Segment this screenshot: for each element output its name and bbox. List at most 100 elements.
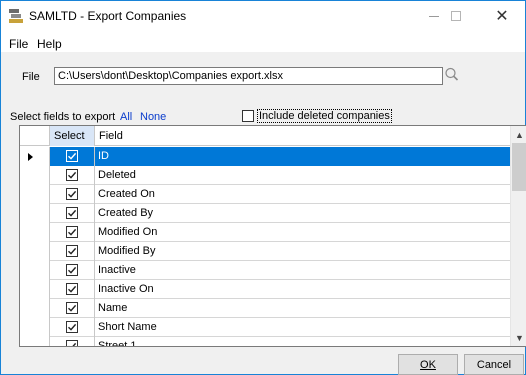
checkmark-icon <box>68 209 77 217</box>
checkmark-icon <box>68 304 77 312</box>
file-label: File <box>22 71 40 83</box>
row-header[interactable] <box>20 185 50 204</box>
checkmark-icon <box>68 285 77 293</box>
field-name-cell[interactable]: Created By <box>95 204 510 223</box>
checkmark-icon <box>68 190 77 198</box>
table-row[interactable]: Created By <box>20 204 510 223</box>
field-select-checkbox[interactable] <box>66 302 78 314</box>
select-cell <box>50 204 95 223</box>
row-header[interactable] <box>20 280 50 299</box>
table-row[interactable]: Inactive <box>20 261 510 280</box>
row-header[interactable] <box>20 242 50 261</box>
vertical-scrollbar[interactable]: ▲ ▼ <box>510 126 526 346</box>
chevron-up-icon: ▲ <box>515 129 524 140</box>
file-path-input[interactable]: C:\Users\dont\Desktop\Companies export.x… <box>54 67 443 85</box>
row-header[interactable] <box>20 147 50 166</box>
checkmark-icon <box>68 171 77 179</box>
field-name-cell[interactable]: Name <box>95 299 510 318</box>
field-name-cell[interactable]: Deleted <box>95 166 510 185</box>
current-row-icon <box>28 153 33 161</box>
maximize-button[interactable] <box>433 1 479 31</box>
field-name-cell[interactable]: ID <box>95 147 510 166</box>
grid-header: Select Field <box>20 126 510 146</box>
checkmark-icon <box>68 247 77 255</box>
maximize-icon <box>451 11 461 21</box>
select-cell <box>50 299 95 318</box>
window-title: SAMLTD - Export Companies <box>29 9 187 23</box>
checkmark-icon <box>68 266 77 274</box>
select-cell <box>50 166 95 185</box>
row-header[interactable] <box>20 223 50 242</box>
select-cell <box>50 185 95 204</box>
export-companies-window: SAMLTD - Export Companies ✕ File Help Fi… <box>0 0 526 375</box>
table-row[interactable]: Short Name <box>20 318 510 337</box>
include-deleted-checkbox[interactable] <box>242 110 254 122</box>
checkmark-icon <box>68 152 77 160</box>
scroll-up-button[interactable]: ▲ <box>511 126 526 143</box>
chevron-down-icon: ▼ <box>515 332 524 343</box>
checkmark-icon <box>68 342 77 346</box>
field-name-cell[interactable]: Inactive <box>95 261 510 280</box>
table-row[interactable]: Street 1 <box>20 337 510 346</box>
select-all-link[interactable]: All <box>120 111 132 123</box>
field-name-cell[interactable]: Inactive On <box>95 280 510 299</box>
select-none-link[interactable]: None <box>140 111 166 123</box>
select-cell <box>50 223 95 242</box>
close-icon: ✕ <box>495 8 509 25</box>
row-header[interactable] <box>20 261 50 280</box>
include-deleted-label[interactable]: Include deleted companies <box>257 109 392 123</box>
row-header[interactable] <box>20 204 50 223</box>
table-row[interactable]: Deleted <box>20 166 510 185</box>
row-header[interactable] <box>20 337 50 346</box>
field-select-checkbox[interactable] <box>66 283 78 295</box>
table-row[interactable]: Modified On <box>20 223 510 242</box>
scroll-down-button[interactable]: ▼ <box>511 329 526 346</box>
table-row[interactable]: Modified By <box>20 242 510 261</box>
field-select-checkbox[interactable] <box>66 226 78 238</box>
field-select-checkbox[interactable] <box>66 169 78 181</box>
fields-grid: Select Field ID Deleted Created On Created … <box>19 125 526 347</box>
column-header-field[interactable]: Field <box>95 126 510 146</box>
table-row[interactable]: Name <box>20 299 510 318</box>
select-fields-label: Select fields to export <box>10 111 116 123</box>
field-select-checkbox[interactable] <box>66 264 78 276</box>
field-name-cell[interactable]: Short Name <box>95 318 510 337</box>
select-cell <box>50 318 95 337</box>
table-row[interactable]: Inactive On <box>20 280 510 299</box>
checkmark-icon <box>68 323 77 331</box>
field-select-checkbox[interactable] <box>66 150 78 162</box>
browse-button[interactable] <box>444 65 460 85</box>
menu-file[interactable]: File <box>9 37 28 51</box>
checkmark-icon <box>68 228 77 236</box>
field-name-cell[interactable]: Modified By <box>95 242 510 261</box>
select-cell <box>50 337 95 346</box>
row-header[interactable] <box>20 166 50 185</box>
field-select-checkbox[interactable] <box>66 207 78 219</box>
field-name-cell[interactable]: Modified On <box>95 223 510 242</box>
field-select-checkbox[interactable] <box>66 321 78 333</box>
title-bar[interactable]: SAMLTD - Export Companies ✕ <box>1 1 525 31</box>
field-select-checkbox[interactable] <box>66 340 78 346</box>
row-header[interactable] <box>20 318 50 337</box>
cancel-button[interactable]: Cancel <box>464 354 524 375</box>
scroll-thumb[interactable] <box>512 143 526 191</box>
column-header-select[interactable]: Select <box>50 126 95 146</box>
select-cell <box>50 242 95 261</box>
select-cell <box>50 280 95 299</box>
table-row[interactable]: Created On <box>20 185 510 204</box>
field-select-checkbox[interactable] <box>66 188 78 200</box>
menu-bar: File Help <box>1 31 525 53</box>
row-header[interactable] <box>20 299 50 318</box>
field-select-checkbox[interactable] <box>66 245 78 257</box>
search-icon <box>445 67 459 81</box>
ok-button[interactable]: OK <box>398 354 458 375</box>
select-cell <box>50 147 95 166</box>
app-icon <box>9 9 23 23</box>
field-name-cell[interactable]: Created On <box>95 185 510 204</box>
select-cell <box>50 261 95 280</box>
row-header-corner <box>20 126 50 146</box>
close-button[interactable]: ✕ <box>479 1 525 31</box>
menu-help[interactable]: Help <box>37 37 62 51</box>
field-name-cell[interactable]: Street 1 <box>95 337 510 346</box>
table-row[interactable]: ID <box>20 147 510 166</box>
